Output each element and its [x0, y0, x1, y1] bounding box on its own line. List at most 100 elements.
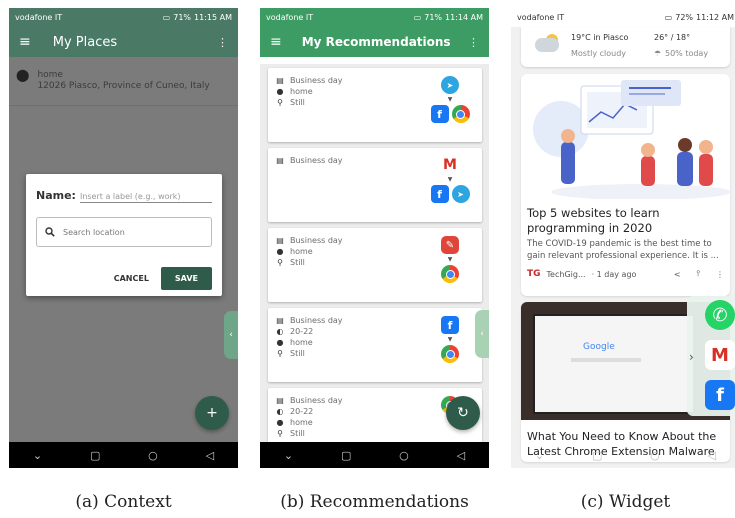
battery-icon: ▭ [664, 13, 673, 22]
news-card[interactable]: Top 5 websites to learn programming in 2… [521, 74, 730, 296]
whatsapp-icon[interactable]: ✆ [705, 300, 735, 330]
phone-context: vodafone IT ▭ 71% 11:15 AM ≡ My Places ⋮… [9, 8, 238, 468]
widget-handle[interactable]: ‹ [224, 311, 238, 359]
chrome-icon[interactable] [451, 105, 470, 123]
chevron-right-icon[interactable]: › [689, 350, 694, 364]
facebook-icon[interactable]: f [430, 105, 449, 123]
battery-level: 72% [675, 13, 694, 22]
pin-icon[interactable]: ⫯ [697, 269, 700, 279]
nav-down-icon[interactable]: ⌄ [33, 449, 42, 462]
location-pin-icon: ⬤ [16, 68, 30, 82]
condition-label: Still [290, 258, 305, 267]
chrome-icon[interactable] [441, 345, 459, 363]
condition-label: Business day [290, 316, 343, 325]
battery-level: 71% [424, 13, 443, 22]
page-title: My Places [52, 34, 118, 50]
activity-icon: ⚲ [277, 429, 283, 438]
facebook-icon[interactable]: f [705, 380, 735, 410]
carrier: vodafone IT [517, 13, 565, 22]
add-place-button[interactable]: + [195, 396, 229, 430]
phone-widget: vodafone IT ▭ 72% 11:12 AM 19°C in Piasc… [511, 8, 735, 468]
temp-range: 26° / 18° [654, 33, 691, 42]
gmail-icon[interactable]: M [705, 340, 735, 370]
location-pin-icon: ● [276, 418, 284, 427]
caption-recommendations: (b) Recommendations [280, 492, 469, 512]
nav-home-icon[interactable]: ○ [399, 449, 409, 462]
recommendation-card[interactable]: ▤ Business day ● home ⚲ Still ➤ ▼ f [268, 68, 482, 142]
clock: 11:12 AM [696, 13, 734, 22]
telegram-icon[interactable]: ➤ [441, 76, 459, 94]
app-icon[interactable]: ✎ [441, 236, 459, 254]
nav-recents-icon[interactable]: ▢ [90, 449, 100, 462]
nav-down-icon[interactable]: ⌄ [284, 449, 293, 462]
article-title[interactable]: Top 5 websites to learn programming in 2… [521, 206, 730, 236]
weather-card[interactable]: 19°C in Piasco Mostly cloudy 26° / 18° ☂… [521, 27, 730, 67]
status-bar: vodafone IT ▭ 71% 11:14 AM [260, 8, 489, 27]
condition-label: home [290, 247, 313, 256]
cancel-button[interactable]: CANCEL [114, 274, 149, 283]
recommendation-card[interactable]: ▤ Business day ◐ 20-22 ● home ⚲ Still f ▼ [268, 308, 482, 382]
menu-icon[interactable]: ≡ [19, 34, 31, 50]
chevron-down-icon: ▼ [447, 256, 453, 263]
condition-label: Still [290, 98, 305, 107]
calendar-icon: ▤ [276, 156, 284, 165]
more-icon[interactable]: ⋮ [716, 270, 724, 279]
nav-home-icon[interactable]: ○ [650, 449, 660, 462]
facebook-icon[interactable]: f [430, 185, 449, 203]
plus-icon: + [206, 405, 218, 421]
calendar-icon: ▤ [276, 76, 284, 85]
activity-icon: ⚲ [277, 258, 283, 267]
name-field[interactable]: Insert a label (e.g., work) [79, 192, 212, 203]
gmail-icon[interactable]: M [441, 156, 459, 174]
screen-google-text: Google [583, 342, 615, 352]
refresh-icon: ↻ [457, 405, 469, 421]
location-pin-icon: ● [276, 338, 284, 347]
place-name: home [37, 70, 63, 80]
condition-label: Business day [290, 236, 343, 245]
battery-icon: ▭ [162, 13, 171, 22]
toolbar: ≡ My Places ⋮ [9, 27, 238, 57]
condition-label: home [290, 87, 313, 96]
nav-back-icon[interactable]: ◁ [457, 449, 465, 462]
overflow-menu-icon[interactable]: ⋮ [217, 36, 228, 49]
chevron-down-icon: ▼ [447, 336, 453, 343]
facebook-icon[interactable]: f [441, 316, 459, 334]
condition-label: Business day [290, 76, 343, 85]
activity-icon: ⚲ [277, 349, 283, 358]
telegram-icon[interactable]: ➤ [451, 185, 470, 203]
nav-down-icon[interactable]: ⌄ [535, 449, 544, 462]
carrier: vodafone IT [15, 13, 63, 22]
overflow-menu-icon[interactable]: ⋮ [468, 36, 479, 49]
share-icon[interactable]: < [674, 270, 681, 279]
nav-back-icon[interactable]: ◁ [206, 449, 214, 462]
chrome-icon[interactable] [441, 265, 459, 283]
recommendation-card[interactable]: ▤ Business day M ▼ f ➤ [268, 148, 482, 222]
refresh-button[interactable]: ↻ [446, 396, 480, 430]
phone-recommendations: vodafone IT ▭ 71% 11:14 AM ≡ My Recommen… [260, 8, 489, 468]
name-label: Name: [36, 189, 76, 202]
article-age: · 1 day ago [591, 269, 637, 279]
widget-handle[interactable]: ‹ [475, 310, 489, 358]
article-illustration [521, 74, 730, 199]
recommendation-card[interactable]: ▤ Business day ● home ⚲ Still ✎ ▼ [268, 228, 482, 302]
chevron-left-icon: ‹ [229, 330, 233, 340]
article-snippet: The COVID-19 pandemic is the best time t… [527, 239, 719, 261]
carrier: vodafone IT [266, 13, 314, 22]
save-button[interactable]: SAVE [160, 267, 212, 290]
chevron-left-icon: ‹ [480, 329, 484, 339]
nav-back-icon[interactable]: ◁ [708, 449, 716, 462]
time-slot-icon: ◐ [276, 327, 284, 336]
search-location-input[interactable]: Search location [36, 217, 212, 247]
clock: 11:14 AM [445, 13, 483, 22]
nav-recents-icon[interactable]: ▢ [592, 449, 602, 462]
android-nav-bar: ⌄ ▢ ○ ◁ [9, 442, 238, 468]
source-logo: TG [527, 269, 541, 279]
condition-label: Still [290, 349, 305, 358]
source-name: TechGig... [546, 269, 586, 279]
temperature: 19°C in Piasco [571, 33, 629, 42]
nav-home-icon[interactable]: ○ [148, 449, 158, 462]
condition-label: 20-22 [290, 407, 314, 416]
place-item[interactable]: ⬤ home 12026 Piasco, Province of Cuneo, … [9, 57, 238, 106]
nav-recents-icon[interactable]: ▢ [341, 449, 351, 462]
menu-icon[interactable]: ≡ [270, 34, 282, 50]
